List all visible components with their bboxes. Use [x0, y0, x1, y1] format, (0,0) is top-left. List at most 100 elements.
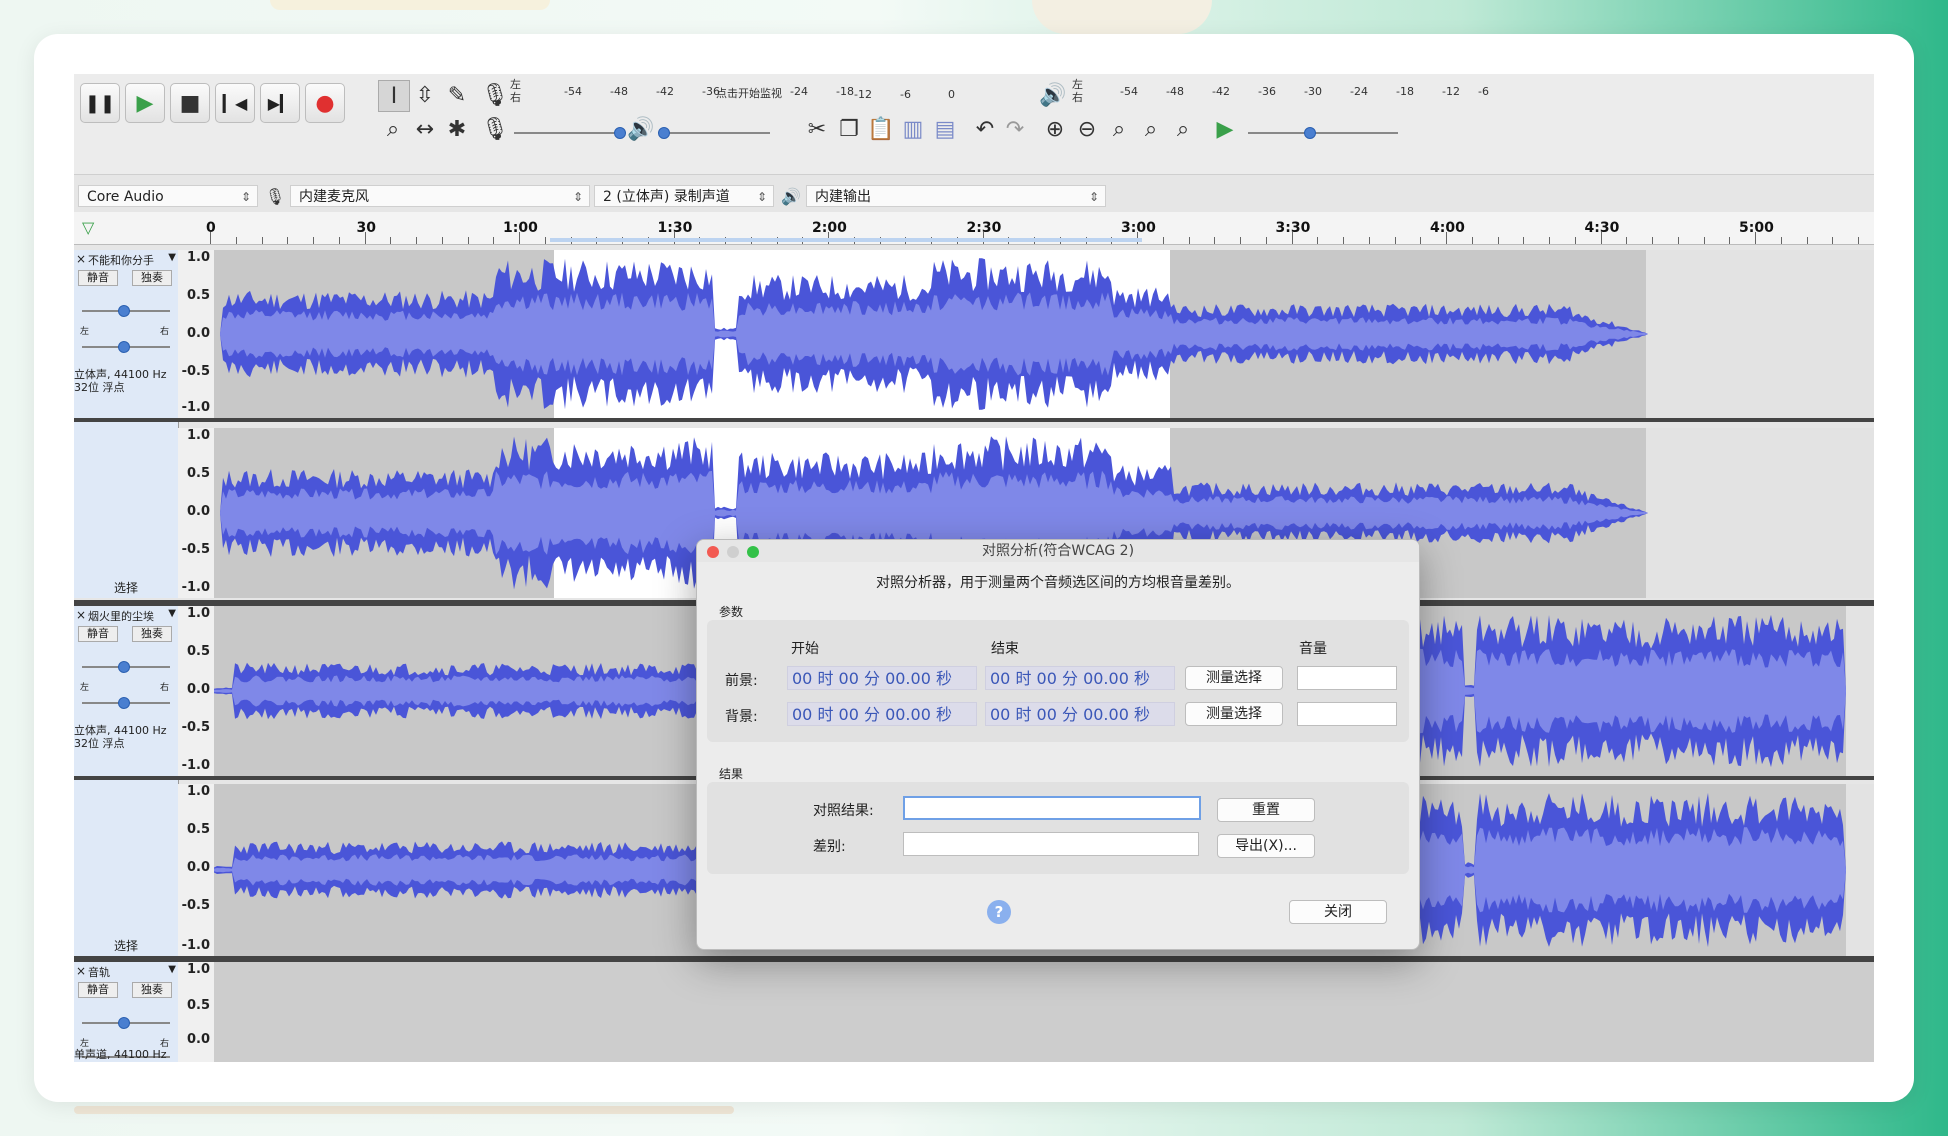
export-button[interactable]: 导出(X)...: [1217, 834, 1315, 858]
chevron-down-icon[interactable]: ▼: [168, 608, 176, 619]
scale-tick: 0.0: [186, 1032, 210, 1047]
record-meter-toggle[interactable]: 🎙: [480, 80, 510, 110]
fit-project-button[interactable]: ⌕: [1136, 114, 1166, 144]
chevron-down-icon[interactable]: ▼: [168, 252, 176, 263]
select-track-button[interactable]: 选择: [78, 937, 174, 954]
meter-start-monitor-text[interactable]: 点击开始监视: [716, 85, 782, 101]
ruler-minor-tick: [235, 237, 237, 244]
meter-right-label: 右: [510, 91, 521, 104]
contrast-result-field[interactable]: [903, 796, 1201, 820]
trim-button[interactable]: ▥: [898, 114, 928, 144]
measure-foreground-button[interactable]: 测量选择: [1185, 666, 1283, 690]
foreground-end-time[interactable]: 00 时 00 分 00.00 秒: [985, 666, 1175, 690]
scale-tick: -0.5: [181, 542, 210, 557]
solo-button[interactable]: 独奏: [132, 270, 172, 286]
minimize-window-icon[interactable]: [727, 546, 739, 558]
audio-host-select[interactable]: Core Audio ⇕: [78, 185, 258, 207]
multi-tool[interactable]: ✱: [442, 114, 472, 144]
mute-button[interactable]: 静音: [78, 982, 118, 998]
output-device-select[interactable]: 内建输出 ⇕: [806, 185, 1106, 207]
dialog-title: 对照分析(符合WCAG 2): [981, 543, 1135, 559]
paste-button[interactable]: 📋: [866, 114, 896, 144]
ruler-minor-tick: [1317, 237, 1319, 244]
play-speed-slider[interactable]: [1248, 132, 1398, 134]
solo-button[interactable]: 独奏: [132, 626, 172, 642]
close-track-icon[interactable]: ×: [76, 252, 86, 266]
zoom-in-button[interactable]: ⊕: [1040, 114, 1070, 144]
track-name-menu[interactable]: 不能和你分手: [88, 252, 154, 268]
background-volume-field[interactable]: [1297, 702, 1397, 726]
play-button[interactable]: ▶: [125, 83, 165, 123]
help-icon[interactable]: ?: [987, 900, 1011, 924]
reset-button[interactable]: 重置: [1217, 798, 1315, 822]
background-end-time[interactable]: 00 时 00 分 00.00 秒: [985, 702, 1175, 726]
select-tool[interactable]: I: [378, 80, 410, 112]
pan-knob[interactable]: [118, 697, 130, 709]
envelope-icon: ⇳: [415, 82, 435, 108]
amplitude-scale: 1.0 0.5 0.0 -0.5 -1.0: [178, 606, 215, 776]
dialog-titlebar[interactable]: 对照分析(符合WCAG 2): [697, 540, 1419, 562]
track-name-menu[interactable]: 烟火里的尘埃: [88, 608, 154, 624]
close-track-icon[interactable]: ×: [76, 608, 86, 622]
pause-button[interactable]: ❚❚: [80, 83, 120, 123]
play-meter-toggle[interactable]: 🔊: [1038, 80, 1068, 110]
close-window-icon[interactable]: [707, 546, 719, 558]
ruler-selection-range[interactable]: [550, 238, 1142, 242]
copy-button[interactable]: ❐: [834, 114, 864, 144]
play-at-speed-button[interactable]: ▶: [1210, 114, 1240, 144]
fit-selection-button[interactable]: ⌕: [1104, 114, 1134, 144]
input-volume-slider[interactable]: [514, 132, 624, 134]
record-button[interactable]: ●: [305, 83, 345, 123]
stop-icon: ■: [179, 90, 201, 116]
output-volume-knob[interactable]: [658, 127, 670, 139]
output-volume-slider[interactable]: [660, 132, 770, 134]
meter-tick: -12: [854, 88, 872, 101]
chevron-down-icon[interactable]: ▼: [168, 964, 176, 975]
meter-tick: -36: [1258, 85, 1276, 98]
input-device-icon-wrap: 🎙: [260, 181, 290, 211]
redo-button[interactable]: ↷: [1000, 114, 1030, 144]
foreground-start-time[interactable]: 00 时 00 分 00.00 秒: [787, 666, 977, 690]
draw-tool[interactable]: ✎: [442, 80, 472, 110]
skip-start-button[interactable]: ▎◀: [215, 83, 255, 123]
gain-knob[interactable]: [118, 305, 130, 317]
undo-button[interactable]: ↶: [970, 114, 1000, 144]
envelope-tool[interactable]: ⇳: [410, 80, 440, 110]
solo-button[interactable]: 独奏: [132, 982, 172, 998]
timeline-ruler[interactable]: ▽ 0 30 1:00 1:30 2:00 2:30 3:00 3:30 4:00 4:30 5:0…: [74, 212, 1874, 245]
zoom-out-button[interactable]: ⊖: [1072, 114, 1102, 144]
silence-button[interactable]: ▤: [930, 114, 960, 144]
cut-button[interactable]: ✂: [802, 114, 832, 144]
mute-button[interactable]: 静音: [78, 626, 118, 642]
gain-knob[interactable]: [118, 1017, 130, 1029]
difference-field[interactable]: [903, 832, 1199, 856]
skip-end-button[interactable]: ▶▎: [260, 83, 300, 123]
track-name-menu[interactable]: 音轨: [88, 964, 110, 980]
select-track-button[interactable]: 选择: [78, 579, 174, 596]
play-speed-knob[interactable]: [1304, 127, 1316, 139]
background-start-time[interactable]: 00 时 00 分 00.00 秒: [787, 702, 977, 726]
output-device-icon-wrap: 🔊: [776, 181, 806, 211]
zoom-window-icon[interactable]: [747, 546, 759, 558]
ruler-minor-tick: [1549, 237, 1550, 244]
zoom-tool[interactable]: ⌕: [378, 114, 408, 144]
waveform-channel-left[interactable]: [214, 250, 1874, 418]
playhead-triangle-icon[interactable]: ▽: [82, 218, 94, 237]
timeshift-tool[interactable]: ↔: [410, 114, 440, 144]
zoom-toggle-button[interactable]: ⌕: [1168, 114, 1198, 144]
mute-button[interactable]: 静音: [78, 270, 118, 286]
scale-tick: 0.5: [186, 822, 210, 837]
gain-knob[interactable]: [118, 661, 130, 673]
record-meter[interactable]: 左 右 -54 -48 -42 -36 点击开始监视 -24 -18: [510, 76, 870, 104]
close-track-icon[interactable]: ×: [76, 964, 86, 978]
input-device-select[interactable]: 内建麦克风 ⇕: [290, 185, 590, 207]
input-volume-knob[interactable]: [614, 127, 626, 139]
foreground-volume-field[interactable]: [1297, 666, 1397, 690]
measure-background-button[interactable]: 测量选择: [1185, 702, 1283, 726]
channels-select[interactable]: 2 (立体声) 录制声道 ⇕: [594, 185, 774, 207]
pan-knob[interactable]: [118, 341, 130, 353]
close-button[interactable]: 关闭: [1289, 900, 1387, 924]
empty-track-area[interactable]: [214, 962, 1874, 1062]
playback-meter[interactable]: 左 右 -54 -48 -42 -36 -30 -24 -18 -12 -6: [1072, 76, 1492, 104]
stop-button[interactable]: ■: [170, 83, 210, 123]
